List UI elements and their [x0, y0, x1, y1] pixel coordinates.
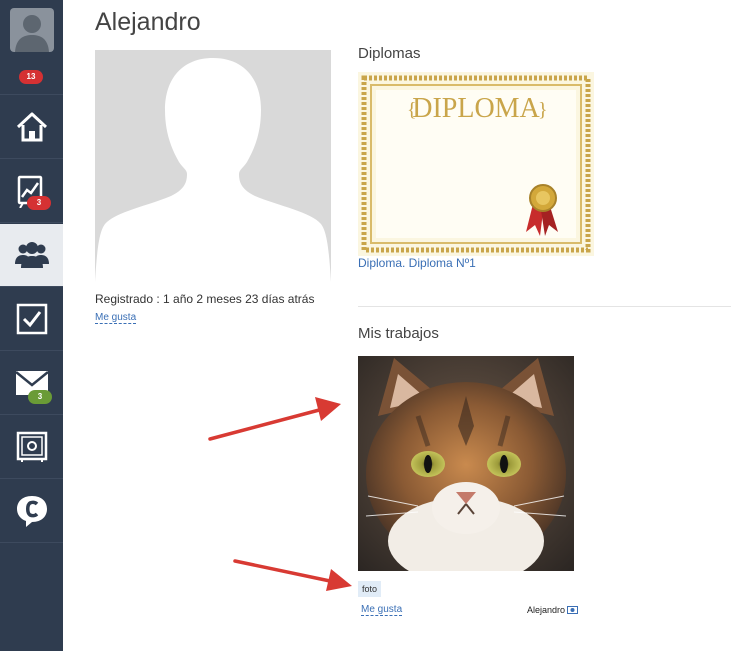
diploma-image[interactable]: DIPLOMA { }: [358, 72, 594, 256]
sidebar-item-messages[interactable]: 3: [0, 352, 63, 415]
annotation-arrow-photo: [208, 397, 341, 441]
sidebar-item-safe[interactable]: [0, 416, 63, 479]
work-photo-cat[interactable]: [358, 356, 574, 571]
people-group-icon: [14, 242, 49, 268]
diplomas-title: Diplomas: [358, 45, 421, 62]
svg-text:{: {: [407, 99, 417, 121]
profile-photo-placeholder: [95, 50, 331, 282]
sidebar-item-tasks[interactable]: [0, 288, 63, 351]
sidebar-item-chat[interactable]: [0, 480, 63, 543]
notifications-badge: 13: [19, 70, 43, 84]
cat-photo-icon: [358, 356, 574, 571]
profile-name: Alejandro: [95, 8, 201, 36]
home-icon: [16, 112, 47, 142]
registration-info: Registrado : 1 año 2 meses 23 días atrás: [95, 292, 315, 306]
sidebar-item-people[interactable]: [0, 224, 63, 287]
checkbox-icon: [16, 303, 47, 335]
sidebar-item-analytics[interactable]: 3: [0, 160, 63, 223]
svg-text:}: }: [538, 99, 548, 121]
author-name[interactable]: Alejandro: [527, 605, 565, 615]
analytics-badge: 3: [27, 196, 51, 210]
diploma-certificate-icon: DIPLOMA { }: [358, 72, 594, 256]
works-title: Mis trabajos: [358, 325, 439, 342]
diploma-word: DIPLOMA: [412, 93, 540, 124]
safe-icon: [16, 431, 47, 462]
profile-like-link[interactable]: Me gusta: [95, 312, 137, 324]
work-like-link[interactable]: Me gusta: [361, 604, 403, 616]
camera-icon: [567, 606, 579, 614]
user-silhouette-icon: [95, 50, 331, 282]
work-author: Alejandro: [527, 605, 579, 615]
sidebar-item-home[interactable]: [0, 96, 63, 159]
messages-badge: 3: [28, 390, 52, 404]
user-avatar-icon: [9, 8, 54, 52]
work-tag[interactable]: foto: [358, 581, 382, 597]
sidebar: 13 3 3: [0, 0, 63, 651]
section-divider: [358, 306, 731, 307]
annotation-arrow-tag: [233, 559, 352, 591]
sidebar-item-profile[interactable]: 13: [0, 0, 63, 95]
diploma-link[interactable]: Diploma. Diploma Nº1: [358, 256, 476, 270]
chat-c-icon: [16, 496, 47, 527]
